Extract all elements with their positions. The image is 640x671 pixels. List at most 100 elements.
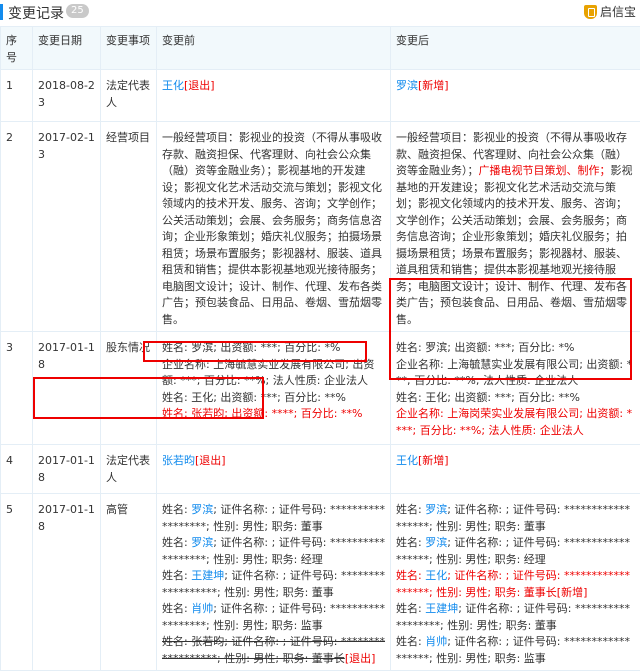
cell-line: 一般经营项目：影视业的投资（不得从事吸收存款、融资担保、代客理财、向社会公众集（… <box>162 130 385 328</box>
cell-date: 2017-01-18 <box>33 332 101 445</box>
cell-text: 姓名: <box>162 503 191 516</box>
column-header-before: 变更前 <box>157 27 391 70</box>
cell-text: [新增] <box>418 454 449 467</box>
table-row: 12018-08-23法定代表人王化[退出]罗滨[新增] <box>1 70 640 122</box>
cell-text: 企业名称: 上海岗荣实业发展有限公司; 出资额: ****; 百分比: **%;… <box>396 407 632 437</box>
cell-text: [新增] <box>418 79 449 92</box>
cell-after: 姓名: 罗滨; 证件名称: ; 证件号码: ******************… <box>391 494 640 671</box>
person-link[interactable]: 罗滨 <box>425 503 447 516</box>
cell-text: 姓名: 张若昀; 出资额: ****; 百分比: **% <box>162 407 362 420</box>
cell-line: 姓名: 王化; 出资额: ***; 百分比: **% <box>396 390 635 407</box>
person-link[interactable]: 罗滨 <box>396 79 418 92</box>
cell-item: 高管 <box>101 494 157 671</box>
person-link[interactable]: 肖帅 <box>191 602 213 615</box>
cell-line: 姓名: 张若昀; 证件名称: ; 证件号码: *****************… <box>162 634 385 667</box>
cell-date: 2017-02-13 <box>33 122 101 332</box>
record-count-badge: 25 <box>66 4 89 18</box>
cell-date: 2017-01-18 <box>33 494 101 671</box>
person-link[interactable]: 王化 <box>396 454 418 467</box>
brand-logo[interactable]: 启信宝 <box>584 3 636 20</box>
person-link[interactable]: 王化 <box>425 569 447 582</box>
cell-line: 姓名: 罗滨; 证件名称: ; 证件号码: ******************… <box>396 535 635 568</box>
person-link[interactable]: 罗滨 <box>191 503 213 516</box>
person-link[interactable]: 王化 <box>162 79 184 92</box>
cell-text: 姓名: <box>396 536 425 549</box>
column-header-date: 变更日期 <box>33 27 101 70</box>
cell-text: 一般经营项目：影视业的投资（不得从事吸收存款、融资担保、代客理财、向社会公众集（… <box>162 131 382 326</box>
cell-line: 王化[新增] <box>396 453 635 470</box>
cell-line: 张若昀[退出] <box>162 453 385 470</box>
cell-text: 姓名: 王化; 出资额: ***; 百分比: **% <box>162 391 346 404</box>
person-link[interactable]: 王建坤 <box>191 569 224 582</box>
cell-text: 企业名称: 上海毓慧实业发展有限公司; 出资额: ***; 百分比: **%; … <box>162 358 374 388</box>
cell-index: 1 <box>1 70 33 122</box>
cell-text: 姓名: 罗滨; 出资额: ***; 百分比: *% <box>162 341 340 354</box>
cell-text: [退出] <box>195 454 226 467</box>
cell-line: 姓名: 张若昀; 出资额: ****; 百分比: **% <box>162 406 385 423</box>
brand-name: 启信宝 <box>600 3 636 20</box>
cell-text: 姓名: <box>396 635 425 648</box>
cell-text: 姓名: <box>162 536 191 549</box>
cell-index: 2 <box>1 122 33 332</box>
cell-text: 企业名称: 上海毓慧实业发展有限公司; 出资额: ***; 百分比: **%; … <box>396 358 632 388</box>
cell-date: 2017-01-18 <box>33 445 101 494</box>
cell-before: 张若昀[退出] <box>157 445 391 494</box>
table-header-row: 序号 变更日期 变更事项 变更前 变更后 <box>1 27 640 70</box>
cell-before: 姓名: 罗滨; 出资额: ***; 百分比: *% 企业名称: 上海毓慧实业发展有… <box>157 332 391 445</box>
cell-text: 姓名: <box>162 569 191 582</box>
column-header-item: 变更事项 <box>101 27 157 70</box>
section-title: 变更记录 <box>8 3 64 23</box>
cell-line: 企业名称: 上海岗荣实业发展有限公司; 出资额: ****; 百分比: **%;… <box>396 406 635 439</box>
cell-text: 姓名: <box>396 569 425 582</box>
cell-text: 姓名: 王化; 出资额: ***; 百分比: **% <box>396 391 580 404</box>
table-row: 52017-01-18高管姓名: 罗滨; 证件名称: ; 证件号码: *****… <box>1 494 640 671</box>
cell-index: 3 <box>1 332 33 445</box>
person-link[interactable]: 肖帅 <box>425 635 447 648</box>
cell-text: 广播电视节目策划、制作； <box>479 164 611 177</box>
cell-line: 姓名: 肖帅; 证件名称: ; 证件号码: ******************… <box>162 601 385 634</box>
cell-after: 王化[新增] <box>391 445 640 494</box>
cell-line: 姓名: 肖帅; 证件名称: ; 证件号码: ******************… <box>396 634 635 667</box>
cell-after: 一般经营项目：影视业的投资（不得从事吸收存款、融资担保、代客理财、向社会公众集（… <box>391 122 640 332</box>
cell-text: 影视基地的开发建设；影视文化艺术活动交流与策划；影视文化领域内的技术开发、服务、… <box>396 164 633 326</box>
cell-line: 罗滨[新增] <box>396 78 635 95</box>
cell-before: 王化[退出] <box>157 70 391 122</box>
cell-line: 姓名: 罗滨; 证件名称: ; 证件号码: ******************… <box>396 502 635 535</box>
cell-line: 姓名: 罗滨; 证件名称: ; 证件号码: ******************… <box>162 535 385 568</box>
person-link[interactable]: 罗滨 <box>191 536 213 549</box>
person-link[interactable]: 王建坤 <box>425 602 458 615</box>
table-row: 32017-01-18股东情况姓名: 罗滨; 出资额: ***; 百分比: *%… <box>1 332 640 445</box>
cell-line: 姓名: 王化; 证件名称: ; 证件号码: ******************… <box>396 568 635 601</box>
header-accent-bar <box>0 4 3 20</box>
table-row: 42017-01-18法定代表人张若昀[退出] 王化[新增] <box>1 445 640 494</box>
cell-line: 姓名: 王建坤; 证件名称: ; 证件号码: *****************… <box>396 601 635 634</box>
cell-text: [退出] <box>184 79 215 92</box>
change-record-table: 序号 变更日期 变更事项 变更前 变更后 12018-08-23法定代表人王化[… <box>0 26 640 671</box>
person-link[interactable]: 张若昀 <box>162 454 195 467</box>
section-header: 变更记录 25 启信宝 <box>0 0 640 26</box>
person-link[interactable]: 罗滨 <box>425 536 447 549</box>
cell-line: 姓名: 罗滨; 出资额: ***; 百分比: *% <box>396 340 635 357</box>
cell-text: 姓名: <box>162 602 191 615</box>
cell-line: 一般经营项目：影视业的投资（不得从事吸收存款、融资担保、代客理财、向社会公众集（… <box>396 130 635 328</box>
cell-after: 罗滨[新增] <box>391 70 640 122</box>
cell-after: 姓名: 罗滨; 出资额: ***; 百分比: *% 企业名称: 上海毓慧实业发展有… <box>391 332 640 445</box>
cell-item: 法定代表人 <box>101 445 157 494</box>
cell-text: 姓名: <box>396 602 425 615</box>
cell-line: 姓名: 罗滨; 出资额: ***; 百分比: *% <box>162 340 385 357</box>
cell-text: [退出] <box>345 652 376 665</box>
cell-line: 企业名称: 上海毓慧实业发展有限公司; 出资额: ***; 百分比: **%; … <box>396 357 635 390</box>
cell-line: 姓名: 罗滨; 证件名称: ; 证件号码: ******************… <box>162 502 385 535</box>
cell-text: 姓名: 罗滨; 出资额: ***; 百分比: *% <box>396 341 574 354</box>
cell-line: 姓名: 王建坤; 证件名称: ; 证件号码: *****************… <box>162 568 385 601</box>
cell-item: 法定代表人 <box>101 70 157 122</box>
column-header-index: 序号 <box>1 27 33 70</box>
cell-item: 股东情况 <box>101 332 157 445</box>
brand-shield-icon <box>584 5 597 19</box>
cell-text: 姓名: <box>396 503 425 516</box>
cell-item: 经营项目 <box>101 122 157 332</box>
cell-before: 一般经营项目：影视业的投资（不得从事吸收存款、融资担保、代客理财、向社会公众集（… <box>157 122 391 332</box>
table-row: 22017-02-13经营项目一般经营项目：影视业的投资（不得从事吸收存款、融资… <box>1 122 640 332</box>
column-header-after: 变更后 <box>391 27 640 70</box>
cell-index: 4 <box>1 445 33 494</box>
